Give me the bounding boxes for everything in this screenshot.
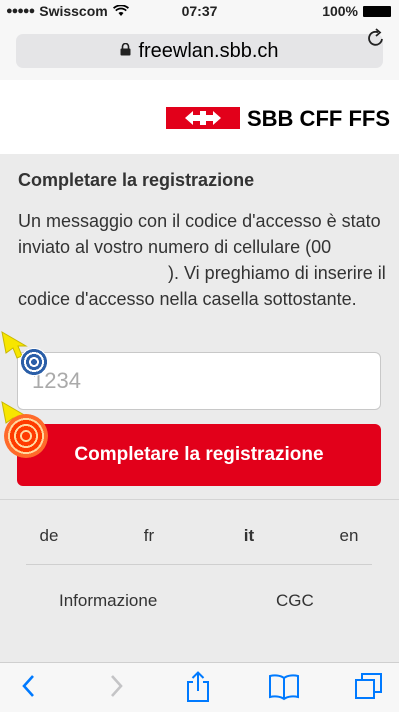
language-switcher: de fr it en	[26, 526, 372, 548]
lang-fr[interactable]: fr	[126, 526, 172, 548]
url-text: freewlan.sbb.ch	[138, 39, 279, 62]
instruction-text: Un messaggio con il codice d'accesso è s…	[18, 208, 386, 312]
site-header: SBB CFF FFS	[0, 80, 399, 154]
divider	[0, 499, 399, 500]
browser-address-area: freewlan.sbb.ch	[0, 22, 399, 81]
instruction-text-start: Un messaggio con il codice d'accesso è s…	[18, 211, 381, 257]
back-icon[interactable]	[20, 671, 38, 706]
cgc-link[interactable]: CGC	[276, 591, 314, 611]
divider	[26, 564, 372, 565]
bookmarks-icon[interactable]	[268, 671, 300, 706]
tabs-icon[interactable]	[354, 671, 384, 706]
battery-icon	[363, 5, 391, 17]
access-code-input[interactable]	[17, 352, 381, 410]
address-bar[interactable]: freewlan.sbb.ch	[16, 34, 383, 68]
lang-it[interactable]: it	[226, 526, 272, 548]
logo-text: SBB CFF FFS	[247, 106, 390, 131]
sbb-logo-icon	[166, 107, 240, 129]
tap-target-icon	[18, 346, 50, 378]
complete-registration-button[interactable]: Completare la registrazione	[17, 424, 381, 486]
registration-panel: Completare la registrazione Un messaggio…	[0, 154, 399, 662]
lang-de[interactable]: de	[26, 526, 72, 548]
information-link[interactable]: Informazione	[59, 591, 157, 611]
forward-icon[interactable]	[107, 671, 125, 706]
battery-status: 100%	[322, 3, 391, 19]
browser-toolbar	[0, 662, 399, 712]
reload-icon[interactable]	[367, 28, 385, 54]
tap-target-icon	[4, 414, 48, 458]
redacted-phone-number	[18, 265, 168, 283]
status-bar: ●●●●● Swisscom 07:37 100%	[0, 0, 399, 22]
share-icon[interactable]	[185, 671, 211, 708]
battery-percent: 100%	[322, 3, 358, 19]
lang-en[interactable]: en	[326, 526, 372, 548]
page-title: Completare la registrazione	[18, 170, 255, 190]
lock-icon	[120, 42, 131, 59]
